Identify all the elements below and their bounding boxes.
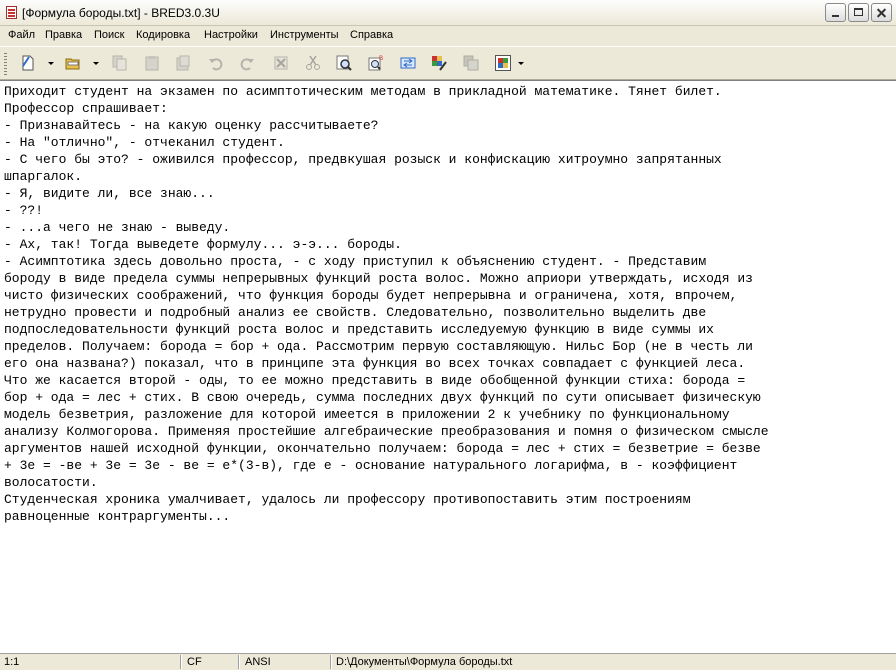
close-button[interactable] [871,3,892,22]
menu-edit[interactable]: Правка [45,29,82,41]
replace-button[interactable] [397,52,419,74]
windows-flag-icon [495,55,511,71]
clipboard-button[interactable] [172,52,194,74]
editor-line: волосатости. [4,475,98,490]
open-folder-icon [65,58,80,70]
find-button[interactable] [333,52,355,74]
cut-icon [306,55,320,70]
editor-line: бороду в виде предела суммы непрерывных … [4,271,753,286]
copy-format-button[interactable] [460,52,482,74]
editor-line: - ...а чего не знаю - выведу. [4,220,231,235]
undo-button[interactable] [205,52,227,74]
cut-button[interactable] [302,52,324,74]
line-ending-indicator[interactable]: CF [187,656,202,668]
window-title: [Формула бороды.txt] - BRED3.0.3U [22,6,220,20]
clipboard-icon [176,55,190,71]
editor-line: Профессор спрашивает: [4,101,168,116]
file-path: D:\Документы\Формула бороды.txt [336,656,513,668]
menu-tools[interactable]: Инструменты [270,29,339,41]
editor-line: - На "отлично", - отчеканил студент. [4,135,285,150]
editor-line: аргументов нашей исходной функции, оконч… [4,441,761,456]
toolbar-grip[interactable] [4,53,7,75]
minimize-button[interactable] [825,3,846,22]
status-separator [330,655,332,669]
color-palette-button[interactable] [428,52,450,74]
editor-line: - Асимптотика здесь довольно проста, - с… [4,254,707,269]
new-file-dropdown-arrow[interactable] [48,62,54,65]
menu-encoding[interactable]: Кодировка [136,29,190,41]
paste-button[interactable] [141,52,163,74]
editor-line: равноценные контраргументы... [4,509,231,524]
editor-line: - С чего бы это? - оживился профессор, п… [4,152,722,167]
editor-line: модель безветрия, разложение для которой… [4,407,730,422]
windows-menu-button[interactable] [492,52,514,74]
delete-icon [274,56,288,70]
title-bar: [Формула бороды.txt] - BRED3.0.3U [0,0,896,26]
text-editor[interactable]: Приходит студент на экзамен по асимптоти… [0,80,896,653]
editor-line: шпаргалок. [4,169,83,184]
editor-line: Приходит студент на экзамен по асимптоти… [4,84,722,99]
replace-icon [400,57,416,69]
new-file-button[interactable] [17,52,39,74]
copy-format-icon [463,55,479,71]
editor-line: нетрудно провести и подробный анализ ее … [4,305,707,320]
windows-menu-dropdown-arrow[interactable] [518,62,524,65]
status-separator [238,655,240,669]
editor-line: анализу Колмогорова. Применяя простейшие… [4,424,769,439]
status-separator [180,655,182,669]
status-bar: 1:1 CF ANSI D:\Документы\Формула бороды.… [0,653,896,670]
editor-line: Что же касается второй - оды, то ее можн… [4,373,746,388]
encoding-indicator[interactable]: ANSI [245,656,271,668]
app-icon[interactable] [6,6,17,19]
editor-line: - Я, видите ли, все знаю... [4,186,215,201]
copy-button[interactable] [109,52,131,74]
menu-search[interactable]: Поиск [94,29,124,41]
new-file-icon [22,55,34,71]
editor-line: бор + ода = лес + стих. В свою очередь, … [4,390,761,405]
maximize-button[interactable] [848,3,869,22]
editor-line: - Ах, так! Тогда выведете формулу... э-э… [4,237,402,252]
editor-line: Студенческая хроника умалчивает, удалось… [4,492,691,507]
find-icon [336,55,352,71]
toolbar: B [0,46,896,80]
color-palette-icon [432,56,447,71]
copy-icon [112,55,127,71]
menu-help[interactable]: Справка [350,29,393,41]
editor-line: пределов. Получаем: борода = бор + ода. … [4,339,753,354]
delete-button[interactable] [270,52,292,74]
spellcheck-button[interactable]: B [365,52,387,74]
editor-line: подпоследовательности функций роста воло… [4,322,714,337]
editor-line: - Признавайтесь - на какую оценку рассчи… [4,118,379,133]
editor-line: чисто физических соображений, что функци… [4,288,738,303]
open-button[interactable] [62,52,84,74]
editor-content[interactable]: Приходит студент на экзамен по асимптоти… [4,83,769,525]
editor-line: его она названа?) показал, что в принцип… [4,356,746,371]
editor-line: + 3е = -ве + 3е = 3е - ве = е*(3-в), где… [4,458,738,473]
menu-bar: Файл Правка Поиск Кодировка Настройки Ин… [0,27,896,45]
spellcheck-icon: B [368,55,383,71]
redo-icon [240,58,254,71]
svg-text:B: B [379,55,383,62]
menu-file[interactable]: Файл [8,29,35,41]
redo-button[interactable] [236,52,258,74]
open-dropdown-arrow[interactable] [93,62,99,65]
editor-line: - ??! [4,203,44,218]
undo-icon [209,58,223,71]
menu-settings[interactable]: Настройки [204,29,258,41]
paste-icon [145,56,159,71]
cursor-position: 1:1 [4,656,20,668]
